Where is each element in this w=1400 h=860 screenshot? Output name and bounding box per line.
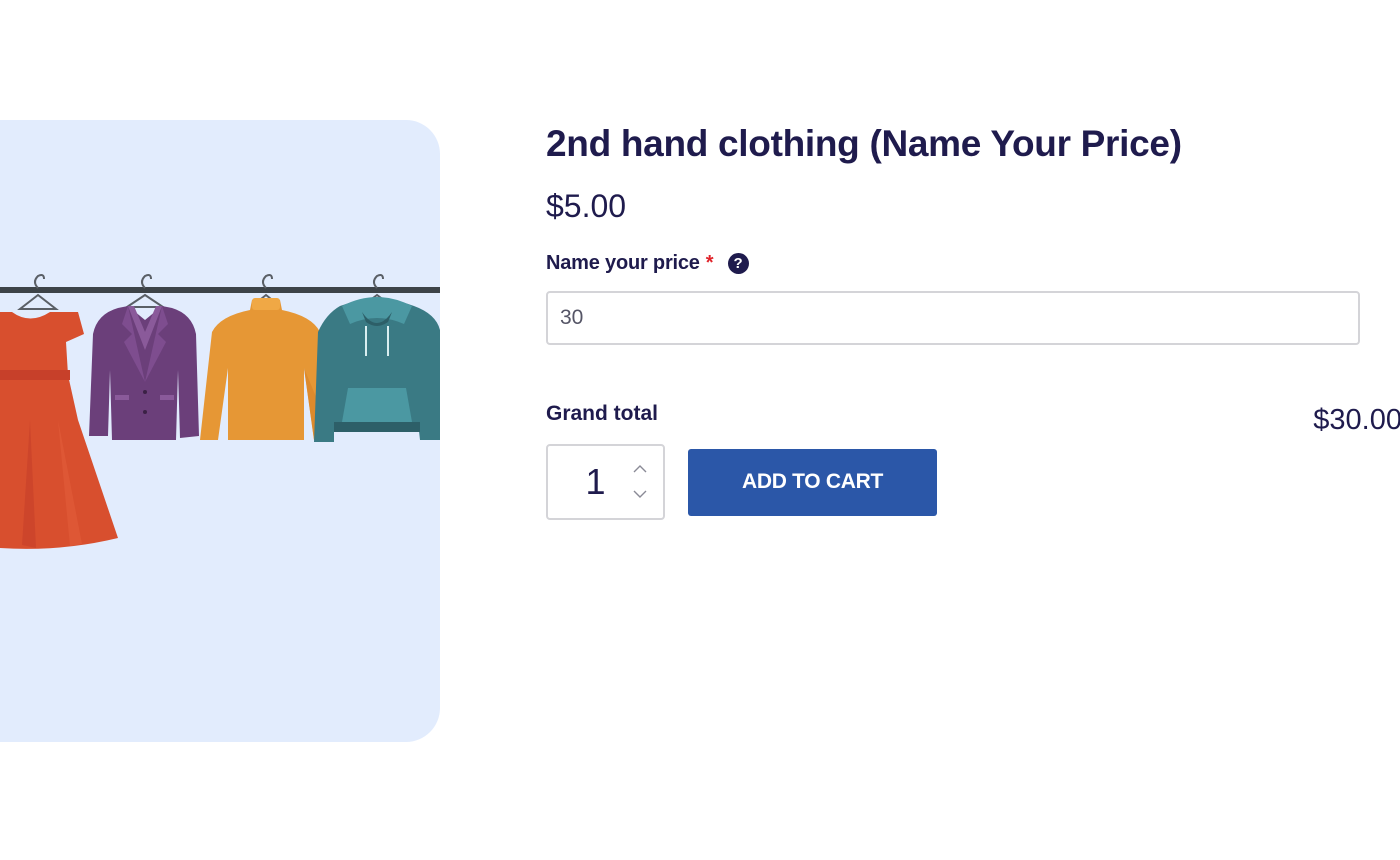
clothing-rack-illustration — [0, 274, 440, 549]
quantity-value[interactable]: 1 — [548, 446, 643, 518]
chevron-down-icon[interactable] — [632, 487, 648, 501]
name-your-price-input[interactable] — [546, 291, 1360, 345]
chevron-up-icon[interactable] — [632, 462, 648, 476]
add-to-cart-row: 1 ADD TO CART — [546, 444, 1376, 520]
grand-total-label: Grand total — [546, 402, 659, 425]
name-your-price-label-row: Name your price * ? — [546, 250, 1376, 276]
grand-total-row: Grand total $30.00 — [546, 402, 1400, 436]
name-your-price-label: Name your price — [546, 251, 700, 274]
quantity-stepper[interactable]: 1 — [546, 444, 665, 520]
product-page: 2nd hand clothing (Name Your Price) $5.0… — [0, 0, 1400, 860]
product-price: $5.00 — [546, 188, 627, 224]
product-details: 2nd hand clothing (Name Your Price) $5.0… — [546, 120, 1400, 520]
grand-total-value: $30.00 — [1313, 404, 1400, 436]
product-title: 2nd hand clothing (Name Your Price) — [546, 123, 1182, 164]
add-to-cart-button[interactable]: ADD TO CART — [688, 448, 937, 516]
required-asterisk: * — [705, 251, 714, 274]
product-image — [0, 120, 440, 742]
question-circle-icon[interactable]: ? — [727, 252, 749, 274]
